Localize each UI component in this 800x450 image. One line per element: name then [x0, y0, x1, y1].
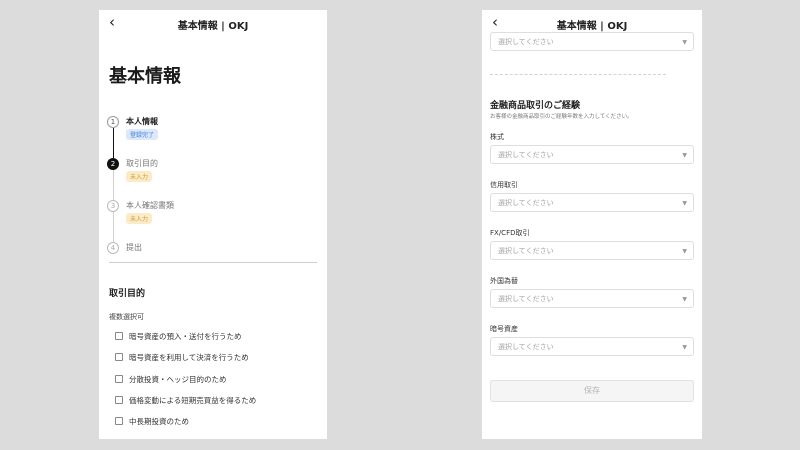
step-label: 本人確認書類 [126, 201, 174, 210]
page-title: 基本情報 [109, 66, 181, 87]
step-label: 取引目的 [126, 159, 158, 168]
checkbox-option[interactable]: 価格変動による短期売買益を得るため [115, 394, 256, 406]
field-label: 株式 [490, 133, 504, 141]
top-bar: ‹ 基本情報 | OKJ [99, 10, 327, 36]
status-badge: 未入力 [126, 171, 153, 182]
header-title: 基本情報 | OKJ [556, 21, 628, 32]
status-badge: 登録完了 [126, 129, 159, 140]
step-label: 本人情報 [126, 117, 158, 126]
select-stocks[interactable]: 選択してください ▼ [490, 145, 694, 164]
status-badge: 未入力 [126, 213, 153, 224]
step-label: 提出 [126, 243, 142, 252]
checkbox-option[interactable]: 暗号資産を利用して決済を行うため [115, 351, 249, 363]
select-placeholder: 選択してください [498, 295, 554, 303]
checkbox[interactable] [115, 353, 123, 361]
checkbox-option[interactable]: 分散投資・ヘッジ目的のため [115, 373, 227, 385]
checkbox-label: 暗号資産の預入・送付を行うため [129, 331, 242, 341]
divider [109, 262, 317, 263]
save-button[interactable]: 保存 [490, 380, 694, 402]
select-placeholder: 選択してください [498, 151, 554, 159]
checkbox[interactable] [115, 375, 123, 383]
checkbox-label: 分散投資・ヘッジ目的のため [129, 374, 227, 384]
multi-select-note: 複数選択可 [109, 313, 144, 321]
checkbox-label: 暗号資産を利用して決済を行うため [129, 352, 249, 362]
right-screen: ‹ 基本情報 | OKJ 選択してください ▼ 金融商品取引のご経験 お客様の金… [482, 10, 702, 439]
field-label: FX/CFD取引 [490, 229, 530, 237]
section-hint: お客様の金融商品取引のご経験年数を入力してください。 [490, 114, 633, 120]
field-label: 暗号資産 [490, 325, 518, 333]
checkbox-label: 価格変動による短期売買益を得るため [129, 395, 257, 405]
select-placeholder: 選択してください [498, 199, 554, 207]
chevron-down-icon: ▼ [682, 200, 687, 207]
left-screen: ‹ 基本情報 | OKJ 基本情報 1 本人情報 登録完了 2 取引目的 未入力… [99, 10, 327, 439]
select-placeholder: 選択してください [498, 38, 554, 46]
divider [490, 74, 666, 75]
header-title: 基本情報 | OKJ [177, 21, 249, 32]
stepper-connector [113, 128, 114, 158]
select-fx-cfd[interactable]: 選択してください ▼ [490, 241, 694, 260]
checkbox-label: 中長期投資のため [129, 416, 189, 426]
chevron-down-icon: ▼ [682, 296, 687, 303]
select-dropdown[interactable]: 選択してください ▼ [490, 32, 694, 51]
checkbox[interactable] [115, 417, 123, 425]
select-margin-trading[interactable]: 選択してください ▼ [490, 193, 694, 212]
select-forex[interactable]: 選択してください ▼ [490, 289, 694, 308]
checkbox-option[interactable]: 中長期投資のため [115, 415, 189, 427]
select-placeholder: 選択してください [498, 343, 554, 351]
checkbox[interactable] [115, 396, 123, 404]
chevron-down-icon: ▼ [682, 344, 687, 351]
step-number: 4 [107, 242, 119, 254]
field-label: 信用取引 [490, 181, 518, 189]
step-number: 2 [107, 158, 119, 170]
step-number: 3 [107, 200, 119, 212]
chevron-down-icon: ▼ [682, 152, 687, 159]
checkbox[interactable] [115, 332, 123, 340]
section-title: 金融商品取引のご経験 [490, 101, 581, 111]
field-label: 外国為替 [490, 277, 518, 285]
select-placeholder: 選択してください [498, 247, 554, 255]
chevron-down-icon: ▼ [682, 39, 687, 46]
select-crypto[interactable]: 選択してください ▼ [490, 337, 694, 356]
section-title: 取引目的 [109, 289, 146, 299]
step-number: 1 [107, 116, 119, 128]
checkbox-option[interactable]: 暗号資産の預入・送付を行うため [115, 330, 242, 342]
chevron-down-icon: ▼ [682, 248, 687, 255]
stepper-connector [113, 212, 114, 242]
